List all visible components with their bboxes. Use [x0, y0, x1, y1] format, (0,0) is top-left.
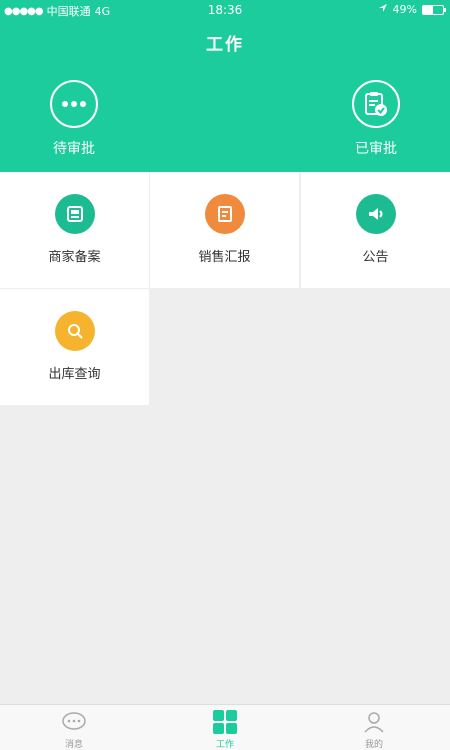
more-dots-icon — [50, 80, 98, 128]
header: ●●●●● 中国联通 4G 18:36 49% 工作 待审批 已审批 — [0, 0, 450, 172]
report-icon — [204, 194, 245, 234]
grid-item-label: 公告 — [362, 250, 389, 265]
battery-icon — [422, 4, 446, 15]
work-grid-icon — [211, 709, 239, 735]
page-title: 工作 — [206, 35, 244, 55]
location-icon — [378, 3, 388, 16]
record-icon — [54, 194, 95, 234]
grid-item-stock-query[interactable]: 出库查询 — [0, 289, 149, 405]
status-right: 49% — [378, 3, 446, 16]
grid-item-sales-report[interactable]: 销售汇报 — [150, 172, 299, 288]
pending-approval-label: 待审批 — [53, 141, 95, 157]
tab-messages[interactable]: 消息 — [34, 709, 114, 750]
battery-percent: 49% — [392, 3, 417, 16]
approved-button[interactable]: 已审批 — [336, 80, 416, 158]
approved-label: 已审批 — [355, 141, 397, 157]
tab-label: 我的 — [364, 740, 383, 750]
grid-item-label: 商家备案 — [48, 250, 101, 265]
tab-profile[interactable]: 我的 — [334, 709, 414, 750]
pending-approval-button[interactable]: 待审批 — [34, 80, 114, 158]
grid-item-announcement[interactable]: 公告 — [301, 172, 450, 288]
message-icon — [60, 709, 88, 735]
search-icon — [54, 311, 95, 351]
status-bar: ●●●●● 中国联通 4G 18:36 49% — [0, 0, 450, 20]
tab-label: 工作 — [215, 740, 234, 750]
grid-item-merchant-record[interactable]: 商家备案 — [0, 172, 149, 288]
tab-bar: 消息 工作 我的 — [0, 704, 450, 750]
speaker-icon — [355, 194, 396, 234]
grid-item-label: 出库查询 — [48, 367, 101, 382]
profile-icon — [360, 709, 388, 735]
tab-label: 消息 — [64, 740, 83, 750]
tab-work[interactable]: 工作 — [185, 709, 265, 750]
grid-item-label: 销售汇报 — [198, 250, 251, 265]
approved-clipboard-icon — [352, 80, 400, 128]
